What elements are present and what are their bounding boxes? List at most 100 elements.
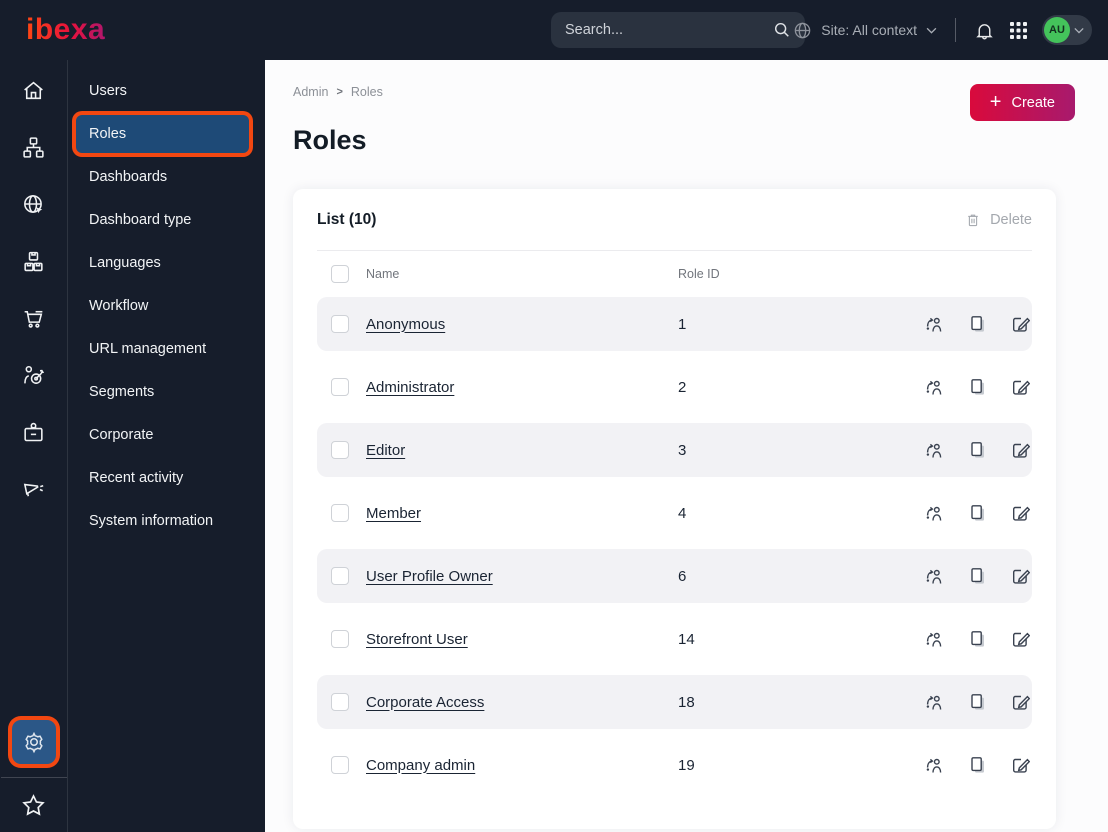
assign-role-button[interactable] — [924, 692, 944, 712]
assign-role-button[interactable] — [924, 566, 944, 586]
menu-item-label: Roles — [89, 126, 127, 142]
copy-icon — [971, 631, 984, 647]
table-body: Anonymous 1 Administrator 2 Editor 3 Mem… — [317, 297, 1032, 792]
list-title: List (10) — [317, 211, 377, 228]
select-all-checkbox[interactable] — [331, 265, 349, 283]
delete-button-label: Delete — [990, 212, 1032, 228]
row-checkbox[interactable] — [331, 441, 349, 459]
menu-item-users[interactable]: Users — [68, 69, 265, 112]
site-context-selector[interactable]: Site: All context — [793, 21, 937, 40]
row-checkbox[interactable] — [331, 504, 349, 522]
assign-user-icon — [926, 317, 942, 332]
role-id-value: 4 — [678, 504, 687, 522]
copy-icon — [971, 379, 984, 395]
rail-product-catalog-icon[interactable] — [12, 245, 56, 278]
row-checkbox[interactable] — [331, 315, 349, 333]
ibexa-logo[interactable]: ibexa — [26, 13, 105, 47]
breadcrumb-admin[interactable]: Admin — [293, 85, 328, 99]
main-content: Admin > Roles + Create Roles List (10) D… — [265, 60, 1108, 832]
copy-icon — [971, 568, 984, 584]
assign-role-button[interactable] — [924, 755, 944, 775]
menu-item-dashboard-type[interactable]: Dashboard type — [68, 198, 265, 241]
menu-item-system-information[interactable]: System information — [68, 499, 265, 542]
edit-icon — [1013, 569, 1030, 584]
global-search[interactable] — [551, 12, 805, 48]
rail-commerce-cart-icon[interactable] — [12, 302, 56, 335]
notifications-bell-icon[interactable] — [974, 20, 995, 41]
menu-item-url-management[interactable]: URL management — [68, 327, 265, 370]
create-button[interactable]: + Create — [969, 84, 1075, 121]
rail-home-icon[interactable] — [12, 74, 56, 107]
menu-item-segments[interactable]: Segments — [68, 370, 265, 413]
menu-item-label: URL management — [89, 340, 207, 357]
menu-item-languages[interactable]: Languages — [68, 241, 265, 284]
role-row: User Profile Owner 6 — [317, 549, 1032, 603]
copy-icon — [971, 757, 984, 773]
role-name-link[interactable]: Corporate Access — [366, 694, 484, 711]
rail-bookmarks-star-icon[interactable] — [12, 789, 56, 822]
rail-content-tree-icon[interactable] — [12, 131, 56, 164]
role-row: Member 4 — [317, 486, 1032, 540]
app-grid-icon[interactable] — [1009, 21, 1028, 40]
assign-role-button[interactable] — [924, 629, 944, 649]
menu-item-roles[interactable]: Roles — [76, 115, 249, 153]
edit-role-button[interactable] — [1010, 566, 1030, 586]
admin-menu: Users Roles Dashboards Dashboard type Langua… — [68, 60, 265, 832]
role-name-link[interactable]: Member — [366, 505, 421, 522]
menu-item-corporate[interactable]: Corporate — [68, 413, 265, 456]
rail-campaigns-megaphone-icon[interactable] — [12, 473, 56, 506]
copy-role-button[interactable] — [967, 314, 987, 334]
assign-role-button[interactable] — [924, 503, 944, 523]
role-name-link[interactable]: User Profile Owner — [366, 568, 493, 585]
role-name-link[interactable]: Editor — [366, 442, 405, 459]
copy-role-button[interactable] — [967, 503, 987, 523]
edit-role-button[interactable] — [1010, 692, 1030, 712]
row-checkbox[interactable] — [331, 756, 349, 774]
menu-item-workflow[interactable]: Workflow — [68, 284, 265, 327]
assign-role-button[interactable] — [924, 314, 944, 334]
rail-settings-icon[interactable] — [11, 720, 56, 764]
assign-user-icon — [926, 569, 942, 584]
edit-role-button[interactable] — [1010, 440, 1030, 460]
column-header-role-id: Role ID — [678, 267, 720, 281]
menu-item-label: Segments — [89, 383, 155, 400]
site-context-label: Site: All context — [821, 22, 917, 38]
role-id-value: 18 — [678, 693, 695, 711]
rail-personalization-icon[interactable] — [12, 359, 56, 392]
role-name-link[interactable]: Anonymous — [366, 316, 445, 333]
copy-role-button[interactable] — [967, 692, 987, 712]
copy-role-button[interactable] — [967, 440, 987, 460]
edit-role-button[interactable] — [1010, 314, 1030, 334]
edit-role-button[interactable] — [1010, 755, 1030, 775]
menu-item-recent-activity[interactable]: Recent activity — [68, 456, 265, 499]
role-name-link[interactable]: Administrator — [366, 379, 454, 396]
copy-role-button[interactable] — [967, 566, 987, 586]
copy-role-button[interactable] — [967, 755, 987, 775]
rail-site-management-icon[interactable] — [12, 188, 56, 221]
user-menu[interactable]: AU — [1042, 15, 1092, 45]
copy-role-button[interactable] — [967, 629, 987, 649]
assign-role-button[interactable] — [924, 440, 944, 460]
copy-role-button[interactable] — [967, 377, 987, 397]
row-checkbox[interactable] — [331, 693, 349, 711]
role-row: Company admin 19 — [317, 738, 1032, 792]
assign-role-button[interactable] — [924, 377, 944, 397]
row-checkbox[interactable] — [331, 630, 349, 648]
edit-icon — [1013, 695, 1030, 710]
row-checkbox[interactable] — [331, 378, 349, 396]
role-name-link[interactable]: Storefront User — [366, 631, 468, 648]
delete-button[interactable]: Delete — [965, 212, 1032, 228]
edit-role-button[interactable] — [1010, 629, 1030, 649]
role-row: Editor 3 — [317, 423, 1032, 477]
search-input[interactable] — [565, 22, 773, 38]
menu-item-dashboards[interactable]: Dashboards — [68, 155, 265, 198]
copy-icon — [971, 316, 984, 332]
role-id-value: 19 — [678, 756, 695, 774]
edit-role-button[interactable] — [1010, 377, 1030, 397]
ibexa-admin-screen: ibexa Site: All context — [0, 0, 1108, 832]
edit-role-button[interactable] — [1010, 503, 1030, 523]
rail-corporate-badge-icon[interactable] — [12, 416, 56, 449]
role-name-link[interactable]: Company admin — [366, 757, 475, 774]
row-checkbox[interactable] — [331, 567, 349, 585]
search-icon[interactable] — [773, 21, 791, 39]
